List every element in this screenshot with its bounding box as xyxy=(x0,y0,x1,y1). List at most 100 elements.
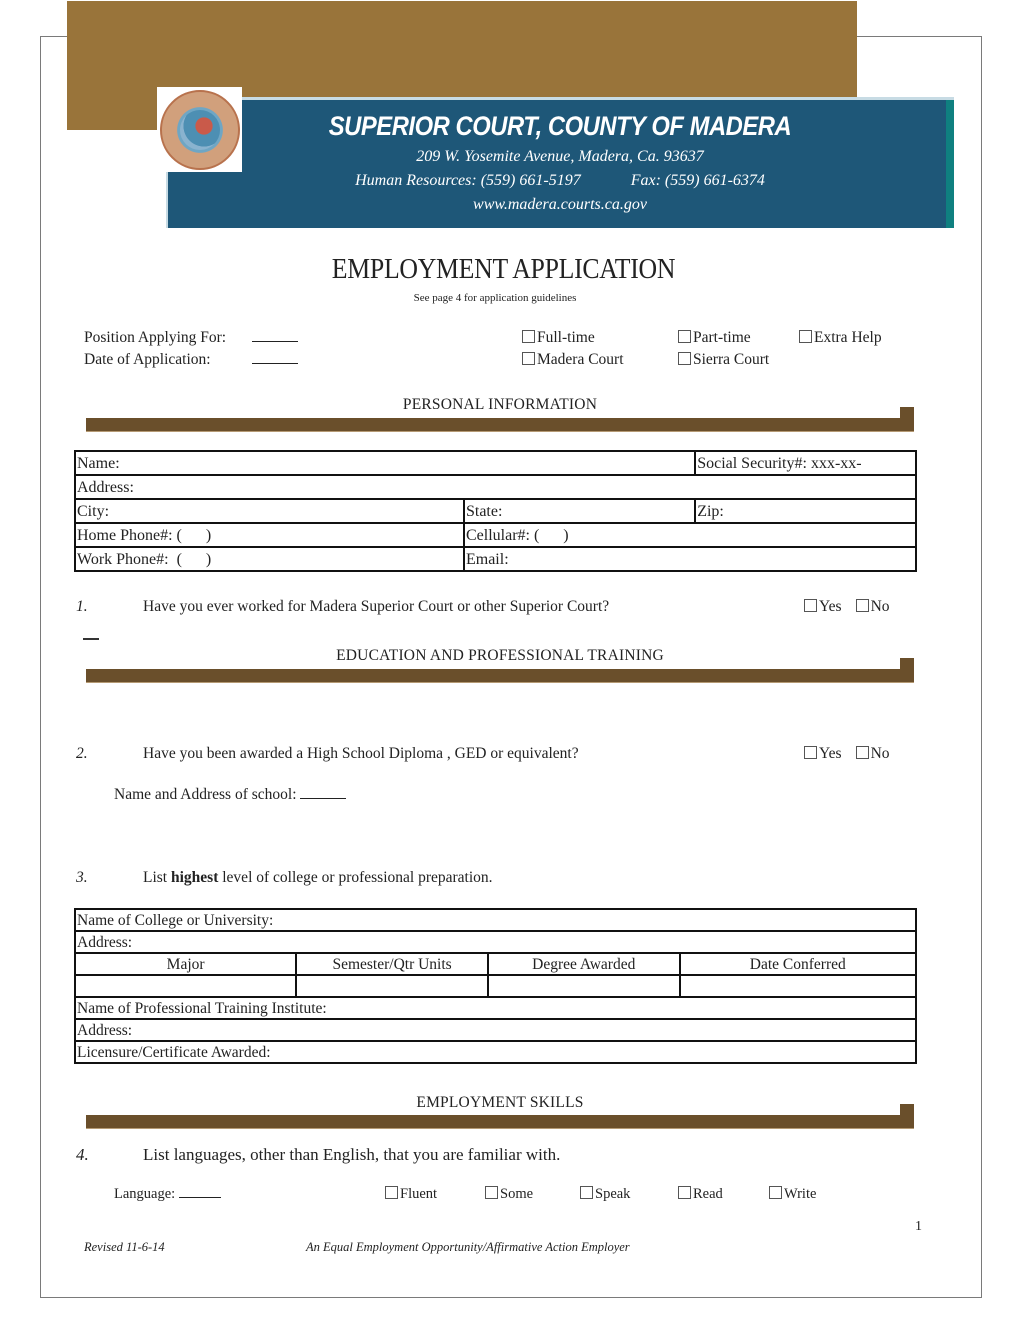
school-input[interactable] xyxy=(300,787,347,799)
checkbox-icon[interactable] xyxy=(485,1186,498,1199)
checkbox-write[interactable]: Write xyxy=(769,1186,816,1203)
date-input[interactable] xyxy=(252,352,299,364)
state-field[interactable]: State: xyxy=(462,498,697,524)
checkbox-icon[interactable] xyxy=(799,330,812,343)
checkbox-fluent[interactable]: Fluent xyxy=(385,1186,437,1203)
college-name-field[interactable]: Name of College or University: xyxy=(74,908,917,932)
school-row: Name and Address of school: xyxy=(114,786,347,804)
document-subtitle: See page 4 for application guidelines xyxy=(413,292,577,304)
question-2-number: 2. xyxy=(76,745,88,762)
section-bar xyxy=(86,418,914,432)
checkbox-yes[interactable]: Yes xyxy=(804,745,842,762)
language-label: Language: xyxy=(114,1186,176,1202)
question-2-text: Have you been awarded a High School Dipl… xyxy=(143,745,579,762)
checkbox-icon[interactable] xyxy=(678,1186,691,1199)
position-input[interactable] xyxy=(252,330,298,342)
checkbox-icon[interactable] xyxy=(804,599,817,612)
page-number: 1 xyxy=(915,1219,922,1234)
date-label: Date of Application: xyxy=(84,351,211,368)
section-title-personal: PERSONAL INFORMATION xyxy=(402,396,598,413)
section-bar-cap xyxy=(900,407,914,418)
college-address-field[interactable]: Address: xyxy=(74,930,917,954)
zip-field[interactable]: Zip: xyxy=(694,498,917,524)
table-row: Name of Professional Training Institute: xyxy=(74,996,917,1020)
ssn-field[interactable]: Social Security#: xxx-xx- xyxy=(694,450,917,476)
court-name: SUPERIOR COURT, COUNTY OF MADERA xyxy=(328,111,792,141)
section-bar xyxy=(86,1115,914,1129)
table-row: Licensure/Certificate Awarded: xyxy=(74,1040,917,1064)
checkbox-full-time[interactable]: Full-time xyxy=(522,329,595,347)
checkbox-read[interactable]: Read xyxy=(678,1186,723,1203)
table-row: Home Phone#: ( ) Cellular#: ( ) xyxy=(74,522,918,548)
licensure-field[interactable]: Licensure/Certificate Awarded: xyxy=(74,1040,917,1064)
underline-mark xyxy=(83,638,99,640)
language-row: Language: xyxy=(114,1186,221,1203)
table-row: City: State: Zip: xyxy=(74,498,917,524)
header-text: SUPERIOR COURT, COUNTY OF MADERA 209 W. … xyxy=(166,105,954,214)
school-label: Name and Address of school: xyxy=(114,786,297,803)
question-2-options: Yes No xyxy=(804,745,890,763)
address-field[interactable]: Address: xyxy=(74,474,917,500)
position-row: Position Applying For: xyxy=(84,329,298,347)
checkbox-speak[interactable]: Speak xyxy=(580,1186,630,1203)
column-header-degree: Degree Awarded xyxy=(486,952,681,976)
language-input[interactable] xyxy=(178,1186,221,1198)
checkbox-sierra-court[interactable]: Sierra Court xyxy=(678,351,769,369)
column-header-units: Semester/Qtr Units xyxy=(295,952,489,976)
checkbox-icon[interactable] xyxy=(678,330,691,343)
name-field[interactable]: Name: xyxy=(73,450,697,476)
home-phone-field[interactable]: Home Phone#: ( ) xyxy=(74,522,465,548)
checkbox-icon[interactable] xyxy=(855,599,869,612)
document-title: EMPLOYMENT APPLICATION xyxy=(331,254,676,285)
fax-number: Fax: (559) 661-6374 xyxy=(630,172,765,189)
institute-name-field[interactable]: Name of Professional Training Institute: xyxy=(74,996,917,1020)
checkbox-some[interactable]: Some xyxy=(485,1186,533,1203)
checkbox-icon[interactable] xyxy=(804,746,817,759)
table-row: Address: xyxy=(74,1018,917,1042)
table-row: Name: Social Security#: xxx-xx- xyxy=(73,450,917,476)
checkbox-extra-help[interactable]: Extra Help xyxy=(799,329,882,347)
checkbox-madera-court[interactable]: Madera Court xyxy=(522,351,624,369)
checkbox-no[interactable]: No xyxy=(855,745,890,762)
checkbox-icon[interactable] xyxy=(580,1186,593,1199)
checkbox-icon[interactable] xyxy=(855,746,869,759)
checkbox-icon[interactable] xyxy=(522,352,535,365)
table-row: Name of College or University: xyxy=(74,908,917,932)
work-phone-field[interactable]: Work Phone#: ( ) xyxy=(74,546,465,572)
checkbox-icon[interactable] xyxy=(769,1186,782,1199)
date-row: Date of Application: xyxy=(84,351,299,369)
table-header-row: Major Semester/Qtr Units Degree Awarded … xyxy=(73,952,918,976)
column-header-date: Date Conferred xyxy=(678,952,918,976)
checkbox-part-time[interactable]: Part-time xyxy=(678,329,751,347)
section-bar-cap xyxy=(900,1104,914,1115)
table-row xyxy=(73,974,918,998)
question-3-number: 3. xyxy=(76,869,88,886)
degree-input[interactable] xyxy=(486,974,681,998)
question-1-text: Have you ever worked for Madera Superior… xyxy=(143,598,610,615)
email-field[interactable]: Email: xyxy=(462,546,918,572)
section-title-skills: EMPLOYMENT SKILLS xyxy=(416,1094,584,1111)
question-3-text: List highest level of college or profess… xyxy=(143,869,493,886)
court-website[interactable]: www.madera.courts.ca.gov xyxy=(166,196,954,214)
emphasis-highest: highest xyxy=(171,869,219,886)
major-input[interactable] xyxy=(73,974,298,998)
checkbox-icon[interactable] xyxy=(522,330,535,343)
section-bar-cap xyxy=(900,658,914,669)
checkbox-yes[interactable]: Yes xyxy=(804,598,842,615)
checkbox-icon[interactable] xyxy=(385,1186,398,1199)
section-bar xyxy=(86,669,914,683)
date-conferred-input[interactable] xyxy=(678,974,918,998)
question-1-options: Yes No xyxy=(804,598,890,616)
court-contacts: Human Resources: (559) 661-5197 Fax: (559… xyxy=(166,172,954,190)
units-input[interactable] xyxy=(295,974,489,998)
cellular-field[interactable]: Cellular#: ( ) xyxy=(462,522,918,548)
checkbox-no[interactable]: No xyxy=(855,598,890,615)
eeo-statement: An Equal Employment Opportunity/Affirmat… xyxy=(306,1240,630,1254)
table-row: Work Phone#: ( ) Email: xyxy=(74,546,918,572)
question-4-text: List languages, other than English, that… xyxy=(143,1145,561,1164)
personal-info-table: Name: Social Security#: xxx-xx- Address:… xyxy=(73,450,918,572)
hr-phone: Human Resources: (559) 661-5197 xyxy=(355,172,581,189)
checkbox-icon[interactable] xyxy=(678,352,691,365)
city-field[interactable]: City: xyxy=(74,498,465,524)
institute-address-field[interactable]: Address: xyxy=(74,1018,917,1042)
